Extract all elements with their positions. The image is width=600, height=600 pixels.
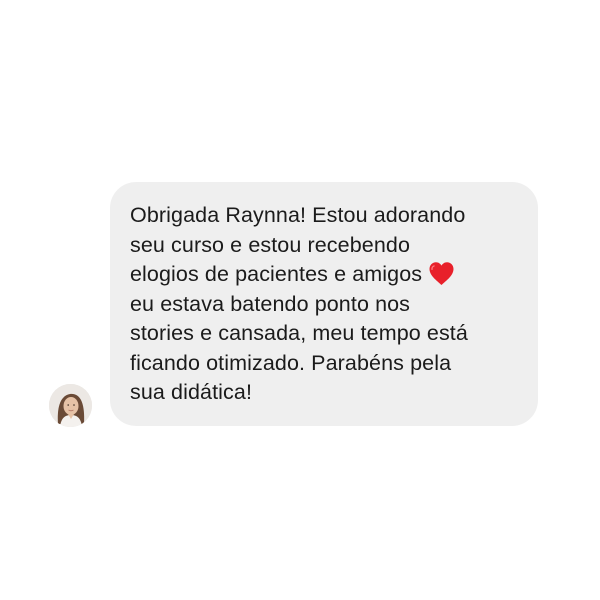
avatar-photo [49, 384, 92, 427]
heart-icon [428, 261, 455, 286]
message-line: stories e cansada, meu tempo está [130, 321, 468, 345]
message-line-text: elogios de pacientes e amigos [130, 262, 423, 286]
message-line: elogios de pacientes e amigos [130, 260, 526, 290]
avatar[interactable] [49, 384, 92, 427]
chat-conversation: Obrigada Raynna! Estou adorando seu curs… [0, 0, 600, 600]
message-line: seu curso e estou recebendo [130, 232, 410, 257]
message-line: sua didática! [130, 380, 253, 404]
message-text: Obrigada Raynna! Estou adorando seu curs… [130, 201, 526, 408]
message-line: eu estava batendo ponto nos [130, 291, 411, 316]
message-line: ficando otimizado. Parabéns pela [130, 350, 452, 375]
message-line: Obrigada Raynna! Estou adorando [130, 203, 466, 227]
message-bubble[interactable]: Obrigada Raynna! Estou adorando seu curs… [110, 182, 538, 426]
